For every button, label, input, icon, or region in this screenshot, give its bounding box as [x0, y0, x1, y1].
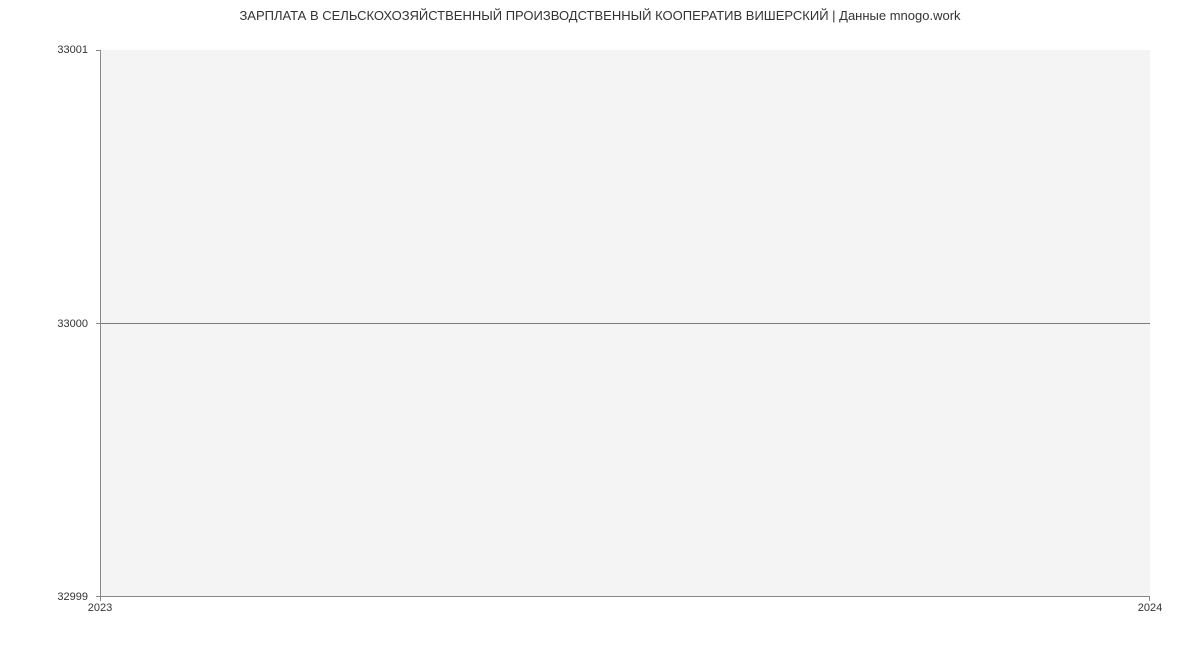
chart-title: ЗАРПЛАТА В СЕЛЬСКОХОЗЯЙСТВЕННЫЙ ПРОИЗВОД…	[0, 8, 1200, 23]
y-tick-mark	[96, 323, 100, 324]
x-tick-label: 2023	[88, 602, 112, 614]
x-tick-label: 2024	[1138, 602, 1162, 614]
y-tick-mark	[96, 50, 100, 51]
y-tick-label: 33000	[0, 318, 100, 330]
y-tick-label: 33001	[0, 44, 100, 56]
y-tick-label: 32999	[0, 591, 100, 603]
x-tick-mark	[1149, 597, 1150, 601]
plot-area	[100, 50, 1150, 597]
data-line	[101, 323, 1150, 324]
x-tick-mark	[100, 597, 101, 601]
